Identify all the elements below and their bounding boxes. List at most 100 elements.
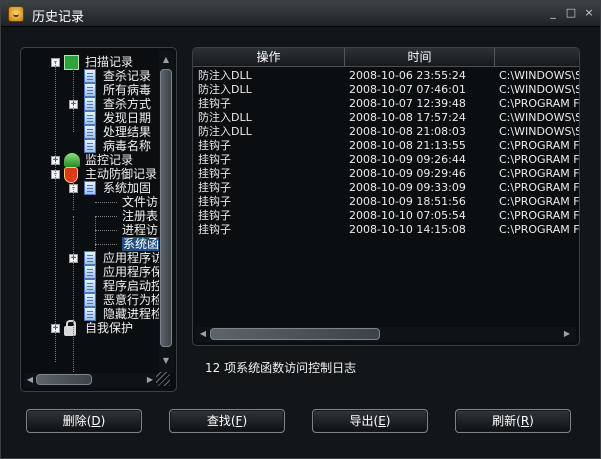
tree-item[interactable]: 主动防御记录 [85, 167, 157, 181]
column-header-time[interactable]: 时间 [345, 48, 495, 67]
operation-cell: 挂钩子 [198, 167, 231, 180]
refresh-button[interactable]: 刷新(R) [455, 409, 571, 433]
tree-item[interactable]: 查杀记录 [103, 69, 151, 83]
tree-item[interactable]: 监控记录 [85, 153, 133, 167]
button-accelerator-key: D [91, 414, 101, 428]
tree-item-label: 发现日期 [103, 111, 152, 125]
table-row[interactable]: 挂钩子 2008-10-09 09:26:44 C:\PROGRAM FI [198, 153, 580, 167]
scroll-up-icon[interactable]: ▲ [161, 55, 171, 65]
operation-cell: 挂钩子 [198, 181, 231, 194]
tree-item[interactable]: 隐藏进程检 [103, 307, 163, 321]
table-row[interactable]: 挂钩子 2008-10-07 12:39:48 C:\PROGRAM FI [198, 97, 579, 111]
tree-horizontal-scrollbar[interactable]: ◀ ▶ [24, 373, 159, 387]
tree-item[interactable]: 恶意行为检 [103, 293, 163, 307]
table-row[interactable]: 挂钩子 2008-10-10 07:05:54 C:\PROGRAM FI [198, 209, 580, 223]
document-icon [84, 97, 96, 111]
tree-item-label: 处理结果 [103, 125, 152, 139]
button-label: 删除 [62, 414, 87, 428]
delete-button[interactable]: 删除(D) [26, 409, 142, 433]
button-accelerator-key: F [235, 414, 243, 428]
document-icon [84, 139, 96, 153]
time-cell: 2008-10-09 18:51:56 [349, 195, 466, 208]
button-accelerator-key: R [520, 414, 530, 428]
table-row[interactable]: 防注入DLL 2008-10-08 21:08:03 C:\WINDOWS\S [198, 125, 579, 139]
scroll-left-icon[interactable]: ◀ [25, 375, 35, 385]
tree-hscroll-thumb[interactable] [36, 374, 92, 385]
app-icon [8, 6, 24, 22]
operation-cell: 挂钩子 [198, 223, 231, 236]
button-label: 导出 [349, 414, 374, 428]
tree-item[interactable]: 进程访 [122, 223, 158, 237]
tree-item[interactable]: 发现日期 [103, 111, 151, 125]
tree-item-label: 系统加固 [103, 181, 152, 195]
tree-item-label: 应用程序保 [103, 265, 164, 279]
operation-cell: 挂钩子 [198, 153, 231, 166]
scroll-left-icon[interactable]: ◀ [198, 329, 208, 339]
tree-item[interactable]: 自我保护 [85, 321, 133, 335]
tree-item[interactable]: 查杀方式 [103, 97, 151, 111]
title-bar[interactable]: 历史记录 _ □ × [1, 1, 600, 27]
tree-item-label: 文件访 [122, 195, 159, 209]
tree-vertical-scrollbar[interactable]: ▲ ▼ [159, 51, 174, 373]
path-cell: C:\WINDOWS\S [499, 69, 580, 82]
table-row[interactable]: 挂钩子 2008-10-08 21:13:55 C:\PROGRAM FI [198, 139, 579, 153]
time-cell: 2008-10-07 12:39:48 [349, 97, 466, 110]
resize-grip[interactable] [156, 372, 170, 386]
find-button[interactable]: 查找(F) [169, 409, 285, 433]
time-cell: 2008-10-09 09:29:46 [349, 167, 466, 180]
tree-item-label: 所有病毒 [103, 83, 152, 97]
tree-item-label: 隐藏进程检 [103, 307, 164, 321]
scroll-down-icon[interactable]: ▼ [161, 356, 171, 366]
close-button[interactable]: × [582, 6, 596, 20]
tree-item[interactable]: 应用程序访 [103, 251, 163, 265]
path-cell: C:\PROGRAM FI [499, 209, 580, 222]
table-row[interactable]: 防注入DLL 2008-10-06 23:55:24 C:\WINDOWS\S [198, 69, 580, 83]
tree-connector [95, 202, 117, 203]
operation-cell: 防注入DLL [198, 69, 252, 82]
operation-cell: 挂钩子 [198, 209, 231, 222]
tree-item[interactable]: 系统加固 [103, 181, 151, 195]
table-row[interactable]: 挂钩子 2008-10-10 14:15:08 C:\PROGRAM FI [198, 223, 579, 237]
tree-item[interactable]: 应用程序保 [103, 265, 163, 279]
scroll-right-icon[interactable]: ▶ [562, 329, 572, 339]
tree-item[interactable]: 扫描记录 [85, 55, 133, 69]
table-row[interactable]: 防注入DLL 2008-10-08 17:57:24 C:\WINDOWS\S [198, 111, 579, 125]
export-button[interactable]: 导出(E) [312, 409, 428, 433]
maximize-button[interactable]: □ [564, 6, 578, 20]
list-hscroll-thumb[interactable] [210, 328, 380, 340]
time-cell: 2008-10-08 17:57:24 [349, 111, 466, 124]
column-header-operation[interactable]: 操作 [193, 48, 345, 67]
tree-item[interactable]: 注册表 [122, 209, 158, 223]
tree-item[interactable]: 系统函 [122, 237, 161, 251]
operation-cell: 防注入DLL [198, 83, 252, 96]
tree-scroll-thumb[interactable] [160, 69, 172, 347]
document-icon [84, 125, 96, 139]
monitor-icon [64, 153, 80, 167]
column-header-path[interactable] [495, 48, 579, 67]
tree-item-label: 进程访 [122, 223, 159, 237]
minimize-button[interactable]: _ [546, 6, 560, 20]
path-cell: C:\PROGRAM FI [499, 153, 580, 166]
record-tree-panel: - 扫描记录 查杀记录 所有病毒 + 查杀方式 发现日期 处理结果 病毒名称 + 监控记录 - 主动防御… [20, 47, 177, 392]
tree-connector [95, 230, 117, 231]
table-row[interactable]: 防注入DLL 2008-10-07 07:46:01 C:\WINDOWS\S [198, 83, 579, 97]
list-horizontal-scrollbar[interactable]: ◀ ▶ [196, 327, 576, 342]
list-header: 操作 时间 [193, 48, 579, 67]
document-icon [84, 181, 96, 195]
tree-connector [95, 216, 117, 217]
tree-item-label: 查杀记录 [103, 69, 152, 83]
table-row[interactable]: 挂钩子 2008-10-09 18:51:56 C:\PROGRAM FI [198, 195, 579, 209]
tree-item[interactable]: 所有病毒 [103, 83, 151, 97]
tree-item[interactable]: 病毒名称 [103, 139, 151, 153]
path-cell: C:\PROGRAM FI [499, 181, 580, 194]
button-label: 查找 [206, 414, 231, 428]
tree-item[interactable]: 处理结果 [103, 125, 151, 139]
table-row[interactable]: 挂钩子 2008-10-09 09:33:09 C:\PROGRAM FI [198, 181, 580, 195]
table-row[interactable]: 挂钩子 2008-10-09 09:29:46 C:\PROGRAM FI [198, 167, 579, 181]
tree-item[interactable]: 文件访 [122, 195, 158, 209]
tree-item[interactable]: 程序启动控 [103, 279, 163, 293]
document-icon [84, 83, 96, 97]
tree-item-label: 查杀方式 [103, 97, 152, 111]
document-icon [84, 69, 96, 83]
scroll-right-icon[interactable]: ▶ [145, 375, 155, 385]
